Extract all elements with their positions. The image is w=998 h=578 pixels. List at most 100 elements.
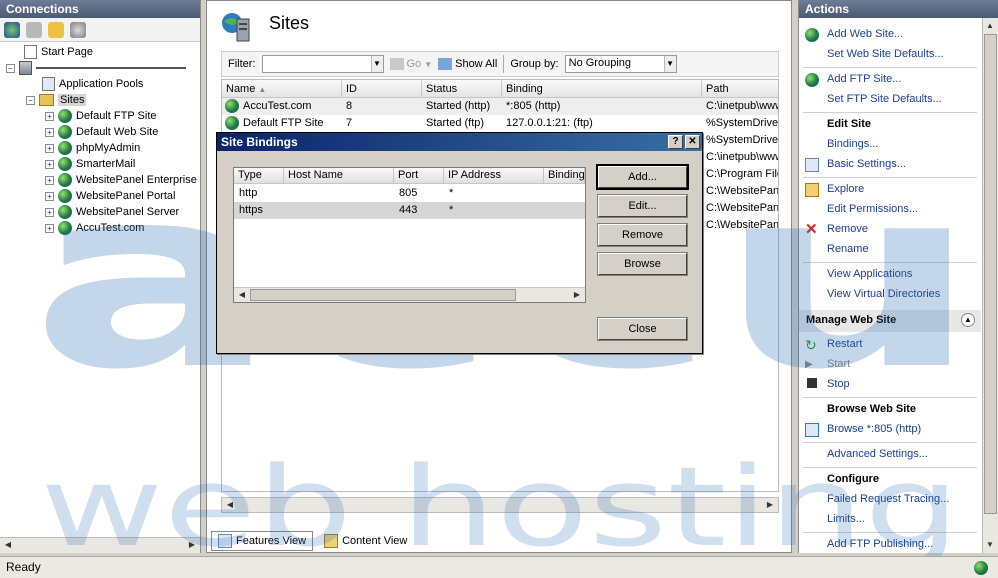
tree-item-websitepanel-portal[interactable]: + WebsitePanel Portal <box>45 188 175 204</box>
set-ftp-site-defaults-link[interactable]: Set FTP Site Defaults... <box>827 93 942 109</box>
add-web-site-link[interactable]: Add Web Site... <box>827 28 903 44</box>
show-all-button[interactable]: Show All <box>438 58 497 70</box>
scroll-right-icon[interactable]: ▶ <box>570 288 584 302</box>
column-header-ip-address[interactable]: IP Address <box>444 168 544 184</box>
expand-icon[interactable]: + <box>45 127 54 137</box>
column-header-binding[interactable]: Binding <box>502 80 702 98</box>
tree-item-smartermail[interactable]: + SmarterMail <box>45 156 135 172</box>
tab-content-view[interactable]: Content View <box>317 531 414 551</box>
filter-input[interactable]: ▼ <box>261 55 384 73</box>
view-virtual-directories-link[interactable]: View Virtual Directories <box>827 288 940 304</box>
basic-settings-icon <box>805 158 819 172</box>
tree-item-websitepanel-server[interactable]: + WebsitePanel Server <box>45 204 179 220</box>
expand-icon[interactable]: + <box>45 175 54 185</box>
help-button[interactable]: ? <box>668 135 683 149</box>
chevron-down-icon[interactable]: ▼ <box>370 56 383 72</box>
expand-icon[interactable]: + <box>45 159 54 169</box>
close-icon[interactable]: ✕ <box>685 135 700 149</box>
chevron-down-icon[interactable]: ▼ <box>663 56 676 72</box>
tab-features-view[interactable]: Features View <box>211 531 314 551</box>
connect-icon[interactable] <box>4 21 20 38</box>
restart-link[interactable]: Restart <box>827 338 862 354</box>
tree-item-phpmyadmin[interactable]: + phpMyAdmin <box>45 140 140 156</box>
rename-link[interactable]: Rename <box>827 243 869 259</box>
actions-vertical-scrollbar[interactable]: ▲ ▼ <box>982 18 998 553</box>
add-ftp-site-link[interactable]: Add FTP Site... <box>827 73 901 89</box>
collapse-icon[interactable]: − <box>26 95 35 105</box>
start-link[interactable]: Start <box>827 358 850 374</box>
basic-settings-link[interactable]: Basic Settings... <box>827 158 906 174</box>
tree-item-websitepanel-enterprise[interactable]: + WebsitePanel Enterprise <box>45 172 197 188</box>
stop-link[interactable]: Stop <box>827 378 850 394</box>
collapse-icon[interactable]: − <box>6 63 15 73</box>
set-web-site-defaults-link[interactable]: Set Web Site Defaults... <box>827 48 944 64</box>
tree-item-start-page[interactable]: Start Page <box>24 44 93 60</box>
collapse-section-icon[interactable]: ▲ <box>961 313 975 327</box>
column-header-path[interactable]: Path <box>702 80 778 98</box>
disconnect-icon[interactable] <box>70 21 86 38</box>
column-header-name[interactable]: Name ▲ <box>222 80 342 98</box>
remove-icon: ✕ <box>805 221 818 238</box>
expand-icon[interactable]: + <box>45 191 54 201</box>
view-applications-link[interactable]: View Applications <box>827 268 912 284</box>
table-row[interactable]: http 805 * <box>234 185 585 202</box>
table-row[interactable]: AccuTest.com 8 Started (http) *:805 (htt… <box>222 98 778 115</box>
tree-item-default-ftp-site[interactable]: + Default FTP Site <box>45 108 157 124</box>
close-button[interactable]: Close <box>597 317 688 341</box>
column-header-type[interactable]: Type <box>234 168 284 184</box>
column-header-id[interactable]: ID <box>342 80 422 98</box>
up-folder-icon[interactable] <box>48 21 64 38</box>
browse-button[interactable]: Browse <box>597 252 688 276</box>
failed-request-tracing-link[interactable]: Failed Request Tracing... <box>827 493 949 509</box>
scroll-right-icon[interactable]: ▶ <box>185 538 199 552</box>
scroll-left-icon[interactable]: ◀ <box>1 538 15 552</box>
scroll-right-icon[interactable]: ▶ <box>763 498 777 512</box>
sites-horizontal-scrollbar[interactable]: ◀ ▶ <box>221 497 779 513</box>
add-ftp-publishing-link[interactable]: Add FTP Publishing... <box>827 538 933 554</box>
scroll-up-icon[interactable]: ▲ <box>983 19 997 33</box>
scroll-thumb[interactable] <box>250 289 516 301</box>
group-by-select[interactable]: No Grouping ▼ <box>564 55 677 73</box>
cell-ip-address: * <box>449 187 454 199</box>
table-row[interactable]: https 443 * <box>234 202 585 219</box>
bindings-horizontal-scrollbar[interactable]: ◀ ▶ <box>234 287 585 302</box>
tree-item-accutest[interactable]: + AccuTest.com <box>45 220 144 236</box>
chevron-down-icon[interactable]: ▼ <box>424 60 432 69</box>
limits-link[interactable]: Limits... <box>827 513 865 529</box>
edit-permissions-link[interactable]: Edit Permissions... <box>827 203 918 219</box>
expand-icon[interactable]: + <box>45 111 54 121</box>
bindings-link[interactable]: Bindings... <box>827 138 878 154</box>
column-header-binding[interactable]: Binding <box>544 168 585 184</box>
tree-item-sites[interactable]: − Sites <box>26 92 87 108</box>
tree-item-label: Default Web Site <box>76 126 159 138</box>
remove-button[interactable]: Remove <box>597 223 688 247</box>
connections-horizontal-scrollbar[interactable]: ◀ ▶ <box>0 537 200 553</box>
table-row[interactable]: Default FTP Site 7 Started (ftp) 127.0.0… <box>222 115 778 132</box>
tab-label: Features View <box>236 535 307 547</box>
scroll-left-icon[interactable]: ◀ <box>223 498 237 512</box>
column-header-port[interactable]: Port <box>394 168 444 184</box>
tree-item-server[interactable]: − <box>6 60 186 76</box>
scroll-thumb[interactable] <box>984 34 997 514</box>
go-button[interactable]: Go ▼ <box>389 58 432 70</box>
group-by-label: Group by: <box>510 58 559 70</box>
add-button[interactable]: Add... <box>596 164 689 190</box>
expand-icon[interactable]: + <box>45 143 54 153</box>
browse-805-link[interactable]: Browse *:805 (http) <box>827 423 921 439</box>
scroll-left-icon[interactable]: ◀ <box>235 288 249 302</box>
column-header-host-name[interactable]: Host Name <box>284 168 394 184</box>
manage-web-site-section[interactable]: Manage Web Site ▲ <box>799 310 981 332</box>
advanced-settings-link[interactable]: Advanced Settings... <box>827 448 928 464</box>
remove-link[interactable]: Remove <box>827 223 868 239</box>
cell-host-name <box>284 185 394 202</box>
tree-item-default-web-site[interactable]: + Default Web Site <box>45 124 158 140</box>
explore-link[interactable]: Explore <box>827 183 864 199</box>
scroll-down-icon[interactable]: ▼ <box>983 538 997 552</box>
edit-button[interactable]: Edit... <box>597 194 688 218</box>
save-icon[interactable] <box>26 21 42 38</box>
tree-item-label: WebsitePanel Portal <box>76 190 176 202</box>
expand-icon[interactable]: + <box>45 223 54 233</box>
expand-icon[interactable]: + <box>45 207 54 217</box>
column-header-status[interactable]: Status <box>422 80 502 98</box>
tree-item-app-pools[interactable]: Application Pools <box>42 76 143 92</box>
